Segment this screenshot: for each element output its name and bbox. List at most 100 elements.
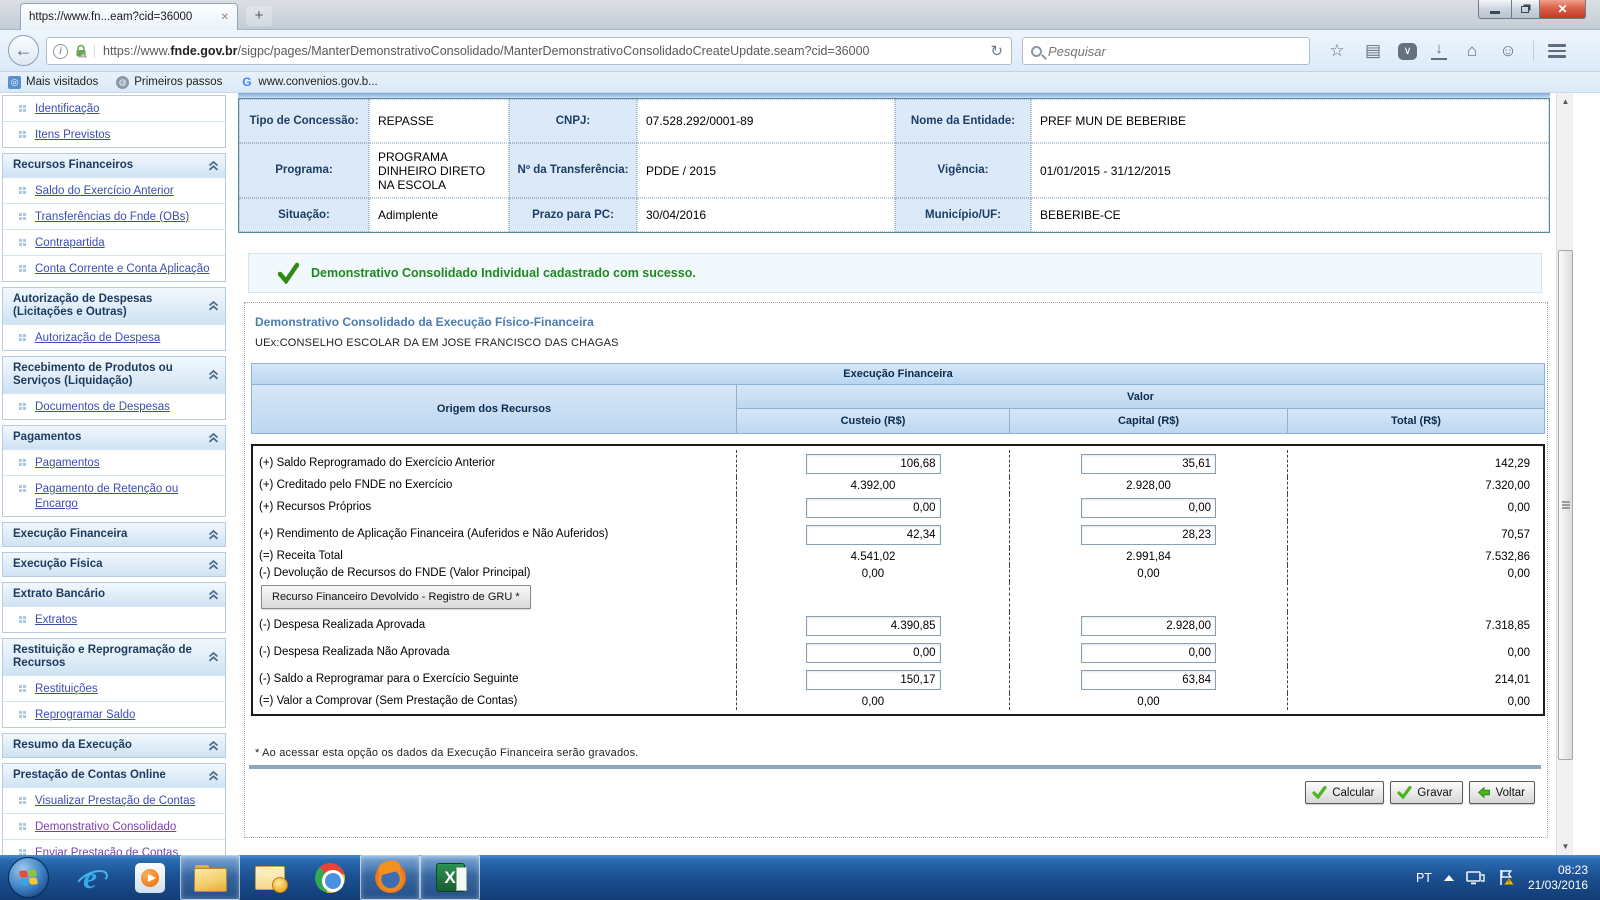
sidebar-section-header[interactable]: Execução Física	[3, 553, 225, 576]
hidden-icons-button[interactable]	[1443, 874, 1454, 881]
collapse-chevron-icon[interactable]	[208, 432, 219, 443]
bookmark-item[interactable]: ◍ Primeiros passos	[116, 75, 222, 89]
new-tab-button[interactable]: +	[246, 6, 272, 26]
sidebar-section-header[interactable]: Prestação de Contas Online	[3, 764, 225, 787]
pocket-icon[interactable]: ∨	[1398, 42, 1417, 60]
sidebar-item[interactable]: Identificação	[3, 96, 225, 121]
voltar-button[interactable]: Voltar	[1468, 781, 1535, 804]
menu-icon[interactable]	[1548, 44, 1566, 58]
sidebar-link[interactable]: Itens Previstos	[35, 129, 110, 141]
sidebar-item[interactable]: Pagamentos	[3, 449, 225, 475]
sidebar-item[interactable]: Extratos	[3, 606, 225, 632]
sidebar-item[interactable]: Demonstrativo Consolidado	[3, 813, 225, 839]
taskbar-app-ie[interactable]: e	[60, 855, 120, 900]
sidebar-section-header[interactable]: Recursos Financeiros	[3, 154, 225, 177]
custeio-input[interactable]	[805, 669, 941, 690]
sidebar-link[interactable]: Enviar Prestação de Contas	[35, 847, 178, 855]
browser-tab[interactable]: https://www.fn...eam?cid=36000 ✕	[20, 3, 238, 30]
site-info-icon[interactable]: i	[53, 43, 68, 59]
download-icon[interactable]: ↓	[1431, 41, 1447, 60]
capital-input[interactable]	[1081, 497, 1216, 518]
sidebar-item[interactable]: Conta Corrente e Conta Aplicação	[3, 255, 225, 281]
sidebar-link[interactable]: Documentos de Despesas	[35, 401, 170, 413]
custeio-input[interactable]	[805, 497, 941, 518]
lock-icon[interactable]	[74, 44, 88, 58]
sidebar-section-header[interactable]: Autorização de Despesas (Licitações e Ou…	[3, 288, 225, 324]
sidebar-link[interactable]: Visualizar Prestação de Contas	[35, 795, 195, 807]
collapse-chevron-icon[interactable]	[208, 652, 219, 662]
taskbar-app-chrome[interactable]	[300, 855, 360, 900]
sidebar-item[interactable]: Documentos de Despesas	[3, 393, 225, 419]
collapse-chevron-icon[interactable]	[208, 740, 219, 751]
sidebar-item[interactable]: Contrapartida	[3, 229, 225, 255]
address-bar[interactable]: i https://www.fnde.gov.br/sigpc/pages/Ma…	[46, 37, 1012, 65]
calcular-button[interactable]: Calcular	[1305, 781, 1385, 804]
sidebar-link[interactable]: Restituições	[35, 683, 98, 695]
collapse-chevron-icon[interactable]	[208, 589, 219, 600]
sidebar-item[interactable]: Saldo do Exercício Anterior	[3, 177, 225, 203]
window-minimize-button[interactable]	[1478, 0, 1512, 19]
scroll-down-button[interactable]: ▼	[1557, 838, 1574, 855]
sidebar-item[interactable]: Autorização de Despesa	[3, 324, 225, 350]
gru-button[interactable]: Recurso Financeiro Devolvido - Registro …	[261, 585, 531, 609]
sidebar-link[interactable]: Pagamentos	[35, 457, 100, 469]
sidebar-link[interactable]: Saldo do Exercício Anterior	[35, 185, 174, 197]
smiley-icon[interactable]: ☺	[1497, 41, 1519, 61]
url-text[interactable]: https://www.fnde.gov.br/sigpc/pages/Mant…	[94, 44, 982, 58]
search-box[interactable]	[1022, 37, 1310, 65]
sidebar-link[interactable]: Transferências do Fnde (OBs)	[35, 211, 189, 223]
custeio-input[interactable]	[805, 453, 941, 474]
taskbar-app-outlook[interactable]	[240, 855, 300, 900]
collapse-chevron-icon[interactable]	[208, 301, 219, 311]
custeio-input[interactable]	[805, 615, 941, 636]
custeio-input[interactable]	[805, 524, 941, 545]
star-icon[interactable]: ☆	[1326, 41, 1348, 61]
sidebar-item[interactable]: Restituições	[3, 675, 225, 701]
capital-input[interactable]	[1081, 524, 1216, 545]
sidebar-item[interactable]: Visualizar Prestação de Contas	[3, 787, 225, 813]
clock[interactable]: 08:23 21/03/2016	[1528, 863, 1594, 893]
bookmark-item[interactable]: Gwww.convenios.gov.b...	[240, 75, 378, 89]
collapse-chevron-icon[interactable]	[208, 160, 219, 171]
sidebar-link[interactable]: Conta Corrente e Conta Aplicação	[35, 263, 210, 275]
sidebar-item[interactable]: Pagamento de Retenção ou Encargo	[3, 475, 225, 516]
capital-input[interactable]	[1081, 642, 1216, 663]
sidebar-link[interactable]: Reprogramar Saldo	[35, 709, 135, 721]
gravar-button[interactable]: Gravar	[1390, 781, 1463, 804]
sidebar-link[interactable]: Identificação	[35, 103, 100, 115]
collapse-chevron-icon[interactable]	[208, 559, 219, 570]
reload-icon[interactable]: ↻	[988, 42, 1005, 60]
home-icon[interactable]: ⌂	[1461, 41, 1483, 61]
sidebar-section-header[interactable]: Pagamentos	[3, 426, 225, 449]
back-button[interactable]: ←	[8, 35, 39, 66]
capital-input[interactable]	[1081, 453, 1216, 474]
sidebar-item[interactable]: Reprogramar Saldo	[3, 701, 225, 727]
sidebar-link[interactable]: Contrapartida	[35, 237, 105, 249]
taskbar-app-excel[interactable]: X	[420, 855, 480, 900]
sidebar-link[interactable]: Pagamento de Retenção ou Encargo	[35, 483, 178, 510]
tab-close-icon[interactable]: ✕	[221, 12, 229, 23]
scroll-up-button[interactable]: ▲	[1557, 93, 1574, 110]
collapse-chevron-icon[interactable]	[208, 370, 219, 380]
search-input[interactable]	[1048, 43, 1301, 59]
bookmark-item[interactable]: ◎ Mais visitados	[8, 75, 98, 89]
window-close-button[interactable]: ✕	[1540, 0, 1586, 19]
taskbar-app-folder[interactable]	[180, 855, 240, 900]
scroll-thumb[interactable]	[1558, 250, 1573, 760]
sidebar-link[interactable]: Autorização de Despesa	[35, 332, 160, 344]
sidebar-section-header[interactable]: Resumo da Execução	[3, 734, 225, 757]
taskbar-app-firefox[interactable]	[360, 855, 420, 900]
language-indicator[interactable]: PT	[1416, 871, 1432, 885]
sidebar-link[interactable]: Demonstrativo Consolidado	[35, 821, 176, 833]
sidebar-item[interactable]: Itens Previstos	[3, 121, 225, 147]
sidebar-section-header[interactable]: Execução Financeira	[3, 523, 225, 546]
sidebar-section-header[interactable]: Extrato Bancário	[3, 583, 225, 606]
sidebar-link[interactable]: Extratos	[35, 614, 77, 626]
sidebar-item[interactable]: Transferências do Fnde (OBs)	[3, 203, 225, 229]
page-scrollbar[interactable]: ▲ ▼	[1556, 93, 1573, 855]
sidebar-section-header[interactable]: Recebimento de Produtos ou Serviços (Liq…	[3, 357, 225, 393]
collapse-chevron-icon[interactable]	[208, 529, 219, 540]
sidebar-item[interactable]: Enviar Prestação de Contas	[3, 839, 225, 855]
capital-input[interactable]	[1081, 669, 1216, 690]
action-center-flag-icon[interactable]: !	[1498, 869, 1516, 886]
